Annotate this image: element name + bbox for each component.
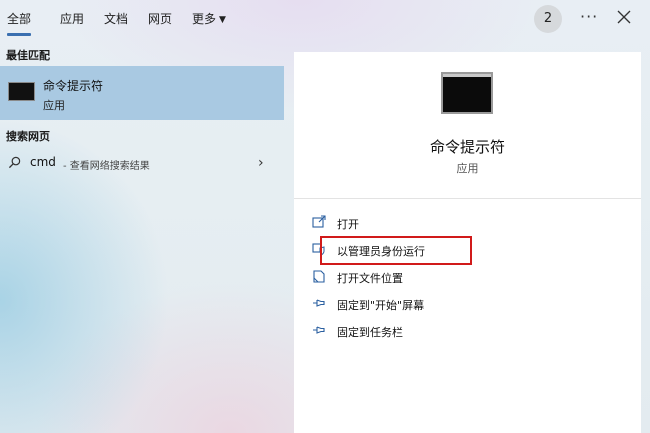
action-pin-to-taskbar[interactable]: 固定到任务栏 <box>312 321 612 343</box>
panel-title: 命令提示符 <box>429 138 505 156</box>
action-pin-to-start[interactable]: 固定到"开始"屏幕 <box>312 294 612 316</box>
web-search-result[interactable]: cmd - 查看网络搜索结果 › <box>0 150 284 176</box>
close-icon[interactable] <box>615 8 633 26</box>
action-pin-to-taskbar-label: 固定到任务栏 <box>337 326 403 339</box>
tab-apps[interactable]: 应用 <box>60 10 84 27</box>
action-open[interactable]: 打开 <box>312 213 612 235</box>
pin-icon <box>313 299 325 307</box>
pin-icon <box>313 326 325 334</box>
web-hint: - 查看网络搜索结果 <box>63 161 150 172</box>
divider <box>294 198 641 199</box>
best-match-item[interactable]: 命令提示符 应用 <box>0 66 284 120</box>
open-icon <box>312 215 326 228</box>
tab-more-label: 更多 <box>192 12 217 26</box>
tab-all[interactable]: 全部 <box>7 10 32 36</box>
more-options-icon[interactable]: ··· <box>580 7 598 26</box>
rewards-badge[interactable]: 2 <box>534 5 562 33</box>
search-window: 全部 应用 文档 网页 更多 ▼ 2 ··· 最佳匹配 命令提示符 应用 搜索网页… <box>0 0 650 433</box>
chevron-right-icon[interactable]: › <box>258 155 264 171</box>
action-open-file-location-label: 打开文件位置 <box>337 272 403 285</box>
best-match-title: 命令提示符 <box>43 79 104 93</box>
tab-more[interactable]: 更多 ▼ <box>192 10 226 27</box>
chevron-down-icon: ▼ <box>219 15 226 25</box>
best-match-subtitle: 应用 <box>43 99 65 112</box>
file-location-icon <box>313 270 325 283</box>
search-icon <box>8 156 21 169</box>
tab-documents[interactable]: 文档 <box>104 10 128 27</box>
action-open-label: 打开 <box>337 218 359 231</box>
action-open-file-location[interactable]: 打开文件位置 <box>312 267 612 289</box>
section-search-web: 搜索网页 <box>6 130 50 143</box>
cmd-icon <box>8 82 35 101</box>
tab-web[interactable]: 网页 <box>148 10 172 27</box>
cmd-large-icon <box>441 72 493 114</box>
section-best-match: 最佳匹配 <box>6 49 50 62</box>
web-query: cmd <box>30 155 56 169</box>
panel-subtitle: 应用 <box>456 162 479 175</box>
search-tabs-bar: 全部 应用 文档 网页 更多 ▼ 2 ··· <box>0 0 650 36</box>
action-pin-to-start-label: 固定到"开始"屏幕 <box>337 299 425 312</box>
highlight-box <box>320 236 472 265</box>
